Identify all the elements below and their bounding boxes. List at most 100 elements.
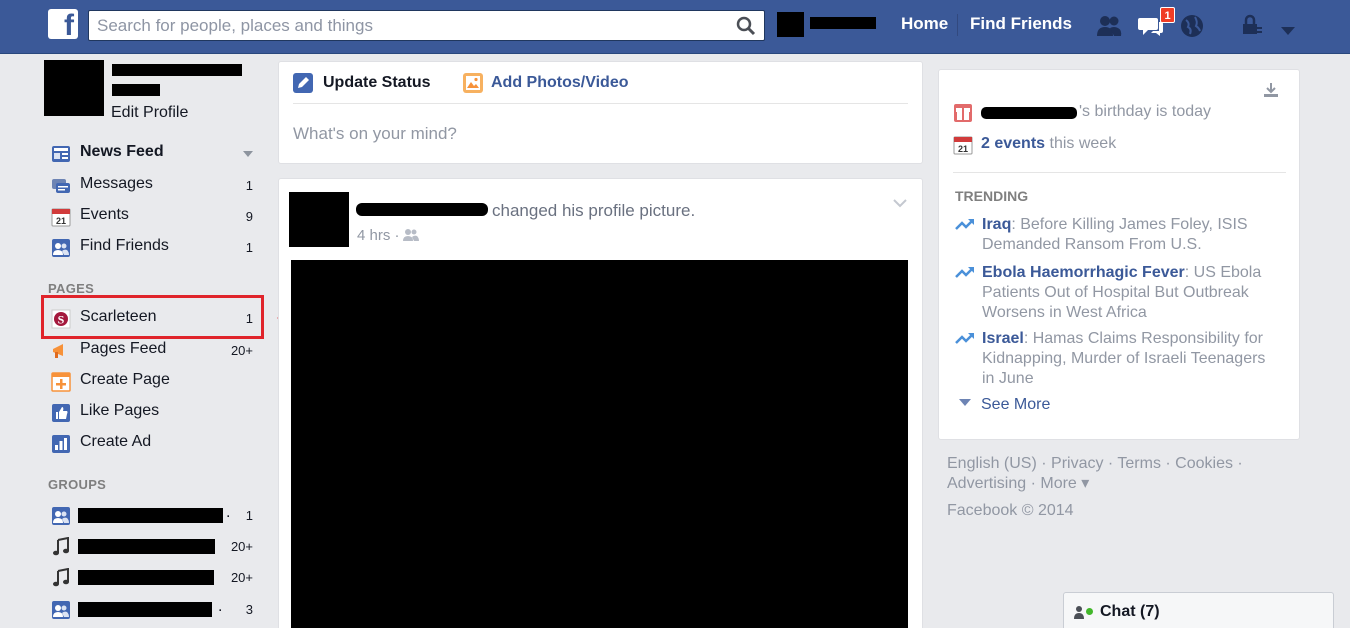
like-pages-icon: [52, 404, 70, 422]
news-feed-icon: [52, 146, 70, 162]
birthday-reminder[interactable]: 's birthday is today: [953, 103, 1283, 125]
chat-bar[interactable]: Chat (7): [1063, 592, 1334, 628]
footer: English (US) · Privacy · Terms · Cookies…: [947, 454, 1247, 521]
friend-requests-icon[interactable]: [1096, 14, 1122, 38]
search-input[interactable]: [89, 11, 719, 40]
profile-name-redacted[interactable]: [112, 64, 242, 76]
trending-topic[interactable]: Israel: [982, 330, 1024, 347]
groups-section-label: GROUPS: [48, 477, 107, 492]
sidebar-item-group[interactable]: 20+: [50, 566, 258, 590]
events-suffix: this week: [1045, 135, 1117, 152]
find-friends-icon: [52, 239, 70, 257]
sidebar-item-count: 1: [245, 311, 253, 326]
story-timestamp[interactable]: 4 hrs ·: [357, 227, 400, 244]
sidebar-item-label: Create Page: [80, 371, 170, 388]
sidebar-item-create-ad[interactable]: Create Ad: [50, 432, 258, 456]
events-count-link[interactable]: 2 events: [981, 135, 1045, 152]
group-name-redacted: [78, 570, 214, 585]
story-author-redacted[interactable]: [356, 203, 488, 216]
top-bar: f Home Find Friends 1: [0, 0, 1350, 54]
pages-feed-icon: [53, 344, 63, 358]
trending-topic[interactable]: Ebola Haemorrhagic Fever: [982, 264, 1185, 281]
see-more-link[interactable]: See More: [959, 396, 1050, 414]
sidebar-item-count: 20+: [230, 570, 253, 585]
chevron-down-icon[interactable]: [243, 151, 253, 157]
sidebar-item-messages[interactable]: Messages 1: [50, 174, 258, 198]
trending-item[interactable]: Ebola Haemorrhagic Fever: US Ebola Patie…: [955, 263, 1275, 325]
group-icon: [52, 507, 70, 525]
sidebar-item-count: 20+: [230, 343, 253, 358]
create-ad-icon: [52, 435, 70, 453]
top-profile-name-redacted[interactable]: [810, 17, 876, 29]
story-options-chevron-down-icon[interactable]: [892, 197, 908, 209]
notifications-globe-icon[interactable]: [1180, 14, 1206, 38]
trending-label: TRENDING: [955, 188, 1029, 204]
sidebar-item-like-pages[interactable]: Like Pages: [50, 401, 258, 425]
composer-divider: [293, 103, 908, 104]
messages-icon: [52, 179, 70, 193]
sidebar-item-group[interactable]: . 1: [50, 504, 258, 528]
events-reminder[interactable]: 21 2 events this week: [953, 135, 1283, 157]
sidebar-item-find-friends[interactable]: Find Friends 1: [50, 236, 258, 260]
footer-links-line2[interactable]: Advertising · More ▾: [947, 474, 1247, 494]
trending-headline: : Hamas Claims Responsibility for Kidnap…: [982, 330, 1266, 387]
sidebar-item-events[interactable]: 21 Events 9: [50, 205, 258, 229]
add-photos-video-tab[interactable]: Add Photos/Video: [491, 74, 628, 92]
sidebar-item-pages-feed[interactable]: Pages Feed 20+: [50, 339, 258, 363]
facebook-logo[interactable]: f: [48, 9, 78, 39]
divider: [953, 172, 1286, 173]
ellipsis: .: [226, 504, 231, 521]
group-name-redacted: [78, 602, 212, 617]
top-avatar[interactable]: [777, 12, 804, 37]
privacy-lock-icon[interactable]: [1240, 14, 1264, 38]
sidebar-item-label: Create Ad: [80, 433, 152, 450]
pencil-icon: [293, 73, 313, 93]
ellipsis: .: [218, 598, 223, 615]
sidebar-item-label: Find Friends: [80, 237, 169, 254]
chat-label: Chat (7): [1100, 603, 1160, 620]
sidebar-item-count: 3: [245, 602, 253, 617]
sidebar-item-group[interactable]: 20+: [50, 535, 258, 559]
trending-topic[interactable]: Iraq: [982, 216, 1011, 233]
trending-arrow-icon: [955, 333, 974, 344]
home-link[interactable]: Home: [901, 14, 948, 34]
avatar[interactable]: [44, 60, 104, 116]
pages-section-label: PAGES: [48, 281, 95, 296]
sidebar-item-count: 9: [245, 209, 253, 224]
trending-item[interactable]: Israel: Hamas Claims Responsibility for …: [955, 329, 1275, 391]
profile-name-redacted-line2[interactable]: [112, 84, 160, 96]
online-status-dot: [1086, 608, 1093, 615]
download-icon[interactable]: [1263, 82, 1279, 98]
story-avatar[interactable]: [289, 192, 349, 247]
events-text: 2 events this week: [981, 135, 1116, 153]
sidebar-item-create-page[interactable]: Create Page: [50, 370, 258, 394]
sidebar-item-label: Pages Feed: [80, 340, 167, 357]
sidebar-item-label: Scarleteen: [80, 308, 157, 325]
see-more-label: See More: [981, 396, 1051, 413]
footer-links-line1[interactable]: English (US) · Privacy · Terms · Cookies…: [947, 454, 1247, 474]
music-icon: [53, 537, 69, 556]
update-status-tab[interactable]: Update Status: [323, 74, 431, 92]
status-input[interactable]: What's on your mind?: [293, 124, 457, 144]
feed-story: changed his profile picture. 4 hrs ·: [278, 178, 923, 628]
birthday-name-redacted[interactable]: [981, 107, 1077, 119]
search-icon[interactable]: [736, 16, 756, 36]
sidebar-item-news-feed[interactable]: News Feed: [50, 142, 258, 166]
trending-arrow-icon: [955, 267, 974, 278]
sidebar-item-count: 1: [245, 508, 253, 523]
chat-person-icon: [1074, 606, 1084, 619]
photo-icon: [463, 73, 483, 93]
edit-profile-link[interactable]: Edit Profile: [111, 104, 188, 122]
sidebar-item-group[interactable]: . 3: [50, 598, 258, 622]
sidebar-item-scarleteen[interactable]: S Scarleteen 1: [50, 307, 258, 331]
friends-audience-icon[interactable]: [403, 228, 419, 242]
search-box[interactable]: [88, 10, 765, 41]
find-friends-link[interactable]: Find Friends: [970, 14, 1072, 34]
story-photo-redacted[interactable]: [291, 260, 908, 628]
triangle-down-icon: [959, 399, 971, 406]
events-icon: 21: [51, 208, 71, 227]
svg-text:S: S: [58, 313, 65, 327]
nav-divider: [957, 14, 958, 36]
trending-item[interactable]: Iraq: Before Killing James Foley, ISIS D…: [955, 215, 1275, 257]
account-menu-chevron-down-icon[interactable]: [1280, 19, 1296, 43]
